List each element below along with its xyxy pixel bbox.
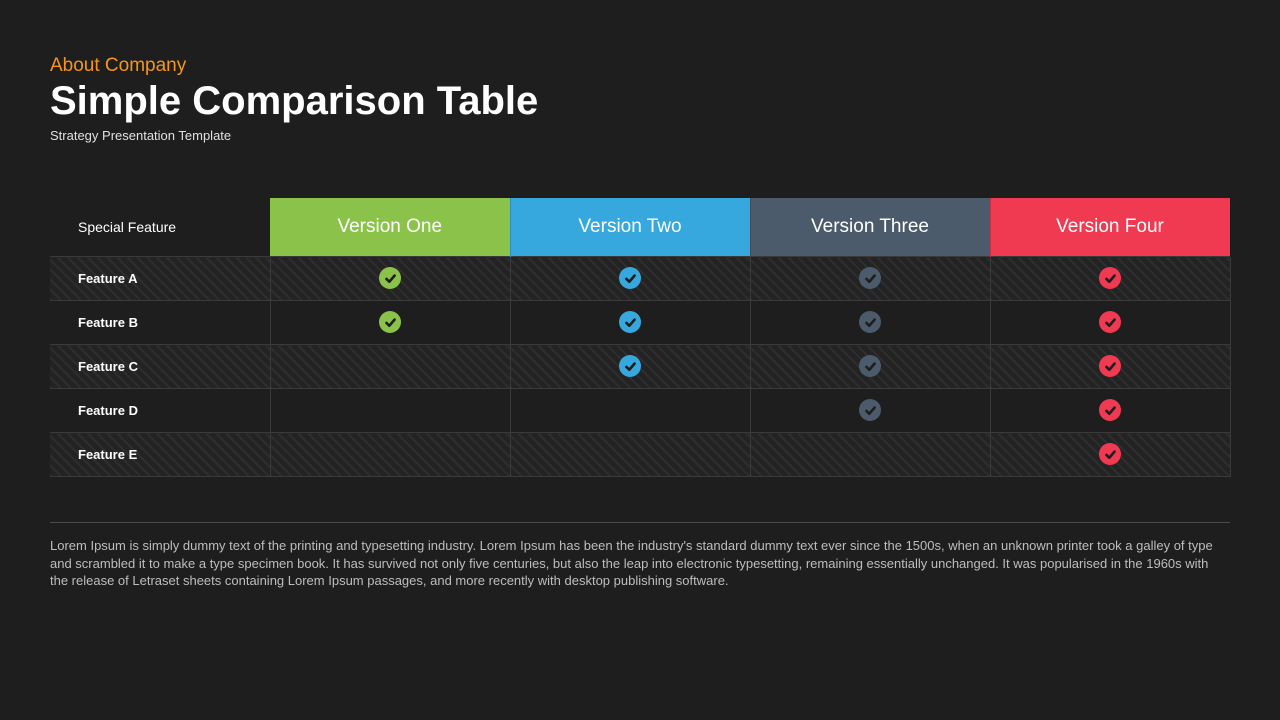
table-row: Feature E <box>50 433 1230 477</box>
feature-label: Feature B <box>50 301 270 345</box>
value-cell <box>270 257 510 301</box>
value-cell <box>990 257 1230 301</box>
column-header-v4: Version Four <box>990 198 1230 257</box>
value-cell <box>750 301 990 345</box>
value-cell <box>750 433 990 477</box>
footer-paragraph: Lorem Ipsum is simply dummy text of the … <box>50 537 1230 590</box>
check-icon <box>379 311 401 333</box>
divider <box>50 522 1230 523</box>
value-cell <box>270 301 510 345</box>
value-cell <box>750 257 990 301</box>
table-row: Feature D <box>50 389 1230 433</box>
table-header-row: Special Feature Version One Version Two … <box>50 198 1230 257</box>
value-cell <box>510 257 750 301</box>
check-icon <box>1099 267 1121 289</box>
check-icon <box>1099 399 1121 421</box>
table-row: Feature A <box>50 257 1230 301</box>
value-cell <box>270 345 510 389</box>
pretitle: About Company <box>50 55 1230 77</box>
check-icon <box>619 267 641 289</box>
value-cell <box>990 389 1230 433</box>
page-subtitle: Strategy Presentation Template <box>50 128 1230 143</box>
table-row: Feature C <box>50 345 1230 389</box>
feature-label: Feature D <box>50 389 270 433</box>
value-cell <box>270 389 510 433</box>
value-cell <box>990 301 1230 345</box>
value-cell <box>990 345 1230 389</box>
feature-label: Feature A <box>50 257 270 301</box>
column-header-v3: Version Three <box>750 198 990 257</box>
value-cell <box>270 433 510 477</box>
check-icon <box>619 311 641 333</box>
column-header-v2: Version Two <box>510 198 750 257</box>
value-cell <box>990 433 1230 477</box>
check-icon <box>859 311 881 333</box>
table-row: Feature B <box>50 301 1230 345</box>
value-cell <box>750 389 990 433</box>
value-cell <box>510 301 750 345</box>
comparison-table: Special Feature Version One Version Two … <box>50 198 1230 477</box>
feature-header: Special Feature <box>50 198 270 257</box>
check-icon <box>619 355 641 377</box>
check-icon <box>859 355 881 377</box>
check-icon <box>859 267 881 289</box>
check-icon <box>1099 355 1121 377</box>
page-title: Simple Comparison Table <box>50 79 1230 124</box>
feature-label: Feature C <box>50 345 270 389</box>
value-cell <box>750 345 990 389</box>
value-cell <box>510 433 750 477</box>
value-cell <box>510 345 750 389</box>
check-icon <box>859 399 881 421</box>
check-icon <box>379 267 401 289</box>
check-icon <box>1099 443 1121 465</box>
value-cell <box>510 389 750 433</box>
column-header-v1: Version One <box>270 198 510 257</box>
feature-label: Feature E <box>50 433 270 477</box>
check-icon <box>1099 311 1121 333</box>
